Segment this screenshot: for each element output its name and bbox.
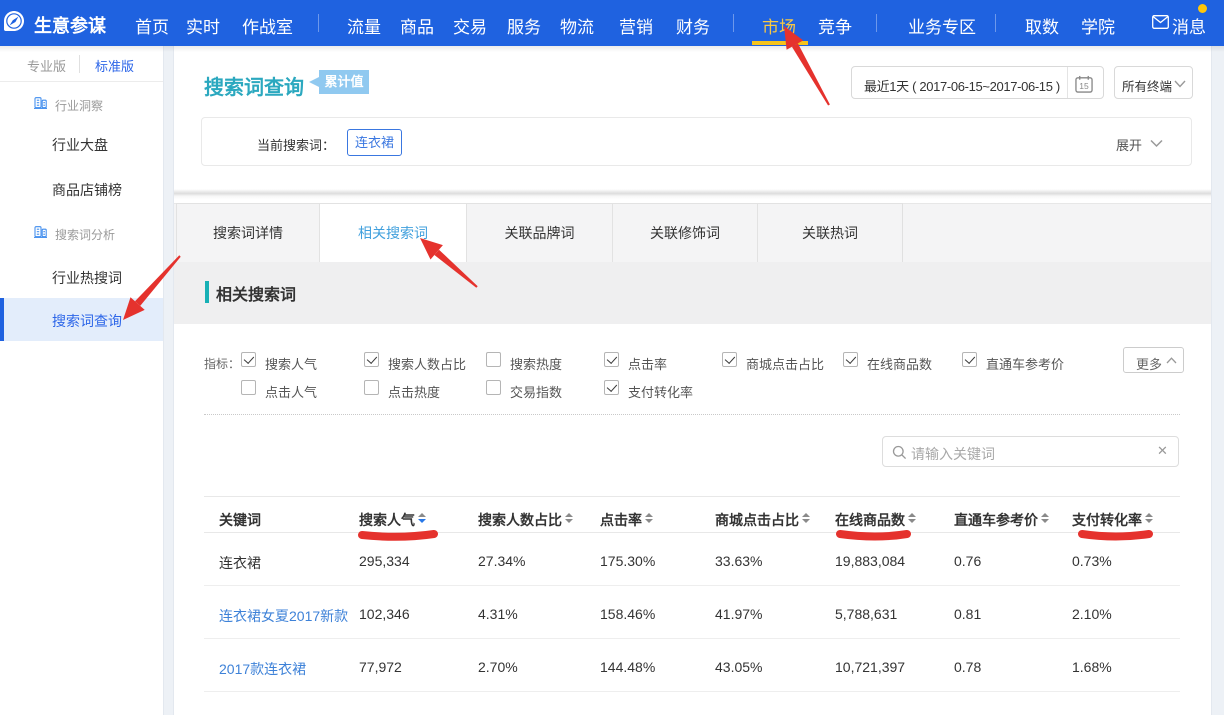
svg-text:15: 15 xyxy=(1079,81,1089,91)
